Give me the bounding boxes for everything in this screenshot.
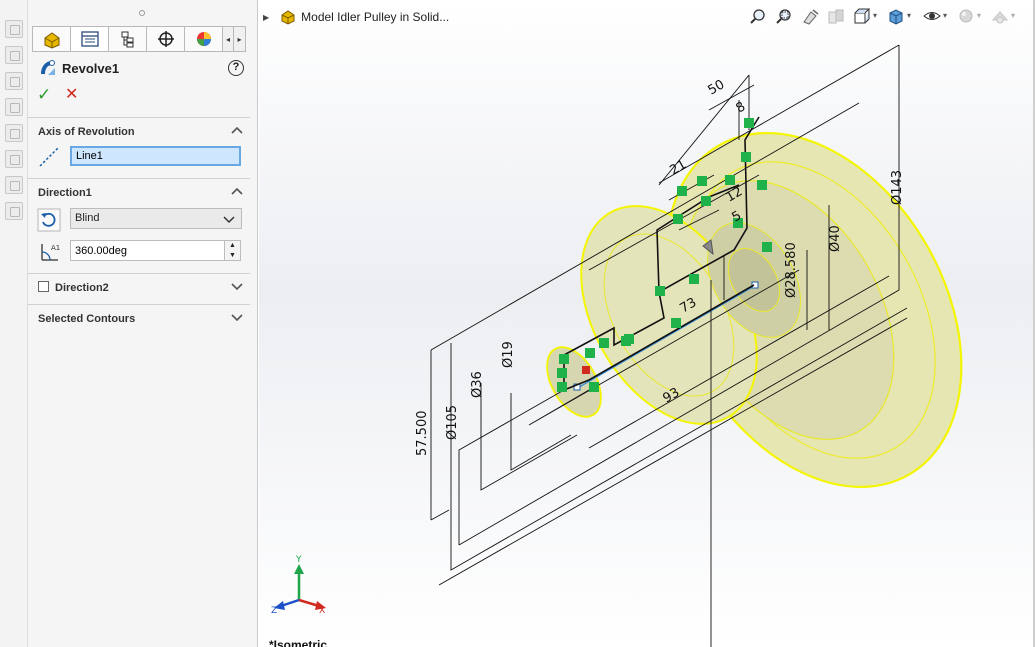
display-style-icon[interactable] xyxy=(887,8,905,25)
linear-pattern-icon[interactable] xyxy=(5,176,23,194)
tab-feature-manager[interactable] xyxy=(32,26,70,52)
dropdown-arrow-icon[interactable]: ▾ xyxy=(907,11,911,20)
chevron-down-icon[interactable] xyxy=(230,280,244,292)
direction1-title[interactable]: Direction1 xyxy=(38,187,92,199)
dim-dia-28-580[interactable]: Ø28.580 xyxy=(784,242,799,298)
chevron-up-icon[interactable] xyxy=(230,124,244,136)
sketch-text-icon[interactable] xyxy=(5,20,23,38)
command-toolbar xyxy=(0,0,28,647)
tab-dimxpert-manager[interactable] xyxy=(146,26,184,52)
expand-arrow-icon[interactable]: ▶ xyxy=(263,13,269,22)
previous-view-icon[interactable] xyxy=(801,8,819,25)
hide-show-items-icon[interactable] xyxy=(923,8,941,25)
feature-header: Revolve1 ? xyxy=(38,58,248,80)
chevron-down-icon xyxy=(223,216,235,224)
dim-dia-105[interactable]: Ø105 xyxy=(445,405,460,440)
manager-tabs: ◂ ▸ xyxy=(32,26,254,52)
dropdown-arrow-icon[interactable]: ▾ xyxy=(977,11,981,20)
graphics-area[interactable]: 50 8 21 12 5 Ø143 Ø40 Ø28.580 73 93 Ø36 … xyxy=(259,0,1035,647)
triad-y-label: Y xyxy=(295,555,302,565)
tab-configuration-manager[interactable] xyxy=(108,26,146,52)
zoom-to-area-icon[interactable] xyxy=(775,8,793,25)
apply-scene-icon[interactable] xyxy=(991,8,1009,25)
end-condition-value: Blind xyxy=(75,212,100,224)
part-icon xyxy=(44,32,59,49)
appearance-icon xyxy=(196,32,211,46)
dropdown-arrow-icon[interactable]: ▾ xyxy=(873,11,877,20)
direction2-checkbox[interactable] xyxy=(38,281,49,292)
axis-of-revolution-title[interactable]: Axis of Revolution xyxy=(38,126,135,138)
panel-grip-icon[interactable] xyxy=(139,10,145,16)
property-manager-icon xyxy=(80,31,99,47)
tab-display-manager[interactable] xyxy=(184,26,222,52)
spin-up-icon[interactable]: ▲ xyxy=(225,241,240,251)
selected-contours-title[interactable]: Selected Contours xyxy=(38,313,135,325)
reverse-direction-icon[interactable] xyxy=(37,208,61,232)
dropdown-arrow-icon[interactable]: ▾ xyxy=(943,11,947,20)
dropdown-arrow-icon[interactable]: ▾ xyxy=(1011,11,1015,20)
trim-entities-icon[interactable] xyxy=(5,72,23,90)
dim-dia-19[interactable]: Ø19 xyxy=(501,341,516,368)
direction2-group: Direction2 xyxy=(28,273,250,303)
angle-spinner[interactable]: ▲ ▼ xyxy=(224,240,241,261)
configuration-manager-icon xyxy=(121,31,133,48)
revolve-angle-field[interactable] xyxy=(70,240,228,261)
dim-dia-143[interactable]: Ø143 xyxy=(890,170,905,205)
part-icon xyxy=(281,10,295,25)
mirror-entities-icon[interactable] xyxy=(5,150,23,168)
selected-contours-group: Selected Contours xyxy=(28,304,250,334)
feature-tree-flyout[interactable]: ▶ Model Idler Pulley in Solid... xyxy=(263,8,449,26)
tab-property-manager[interactable] xyxy=(70,26,108,52)
end-condition-select[interactable]: Blind xyxy=(70,208,242,229)
sketch-entities-icon[interactable] xyxy=(5,46,23,64)
dimxpert-icon xyxy=(157,31,174,47)
model-viewport[interactable]: 50 8 21 12 5 Ø143 Ø40 Ø28.580 73 93 Ø36 … xyxy=(259,0,1033,647)
spin-down-icon[interactable]: ▼ xyxy=(225,251,240,261)
axis-of-revolution-field[interactable] xyxy=(70,146,241,166)
dim-dia-36[interactable]: Ø36 xyxy=(470,371,485,398)
edit-appearance-icon[interactable] xyxy=(957,8,975,25)
feature-title: Revolve1 xyxy=(62,61,120,76)
heads-up-view-toolbar: ▾ ▾ ▾ ▾ ▾ xyxy=(749,6,1033,28)
property-manager: ◂ ▸ Revolve1 ? ✓ ✕ Axis of Revolution Di… xyxy=(28,0,258,647)
part-name[interactable]: Model Idler Pulley in Solid... xyxy=(301,10,449,24)
angle-icon: A1 xyxy=(41,244,60,261)
section-view-icon[interactable] xyxy=(827,8,845,25)
view-orientation-label: *Isometric xyxy=(269,638,328,647)
triad-z-label: Z xyxy=(271,606,277,616)
help-icon[interactable]: ? xyxy=(228,60,244,76)
dim-dia-40[interactable]: Ø40 xyxy=(828,225,843,252)
axis-line-icon xyxy=(39,147,59,167)
chevron-down-icon[interactable] xyxy=(230,311,244,323)
tab-scroll-left[interactable]: ◂ xyxy=(222,26,234,52)
offset-entities-icon[interactable] xyxy=(5,124,23,142)
ok-button[interactable]: ✓ xyxy=(37,86,51,104)
dim-57-500[interactable]: 57.500 xyxy=(415,411,430,457)
convert-entities-icon[interactable] xyxy=(5,98,23,116)
solidworks-window: ◂ ▸ Revolve1 ? ✓ ✕ Axis of Revolution Di… xyxy=(0,0,1035,647)
chevron-up-icon[interactable] xyxy=(230,185,244,197)
view-orientation-icon[interactable] xyxy=(853,8,871,25)
direction2-title[interactable]: Direction2 xyxy=(55,282,109,294)
triad-x-label: X xyxy=(319,606,325,616)
tab-scroll-right[interactable]: ▸ xyxy=(234,26,246,52)
cancel-button[interactable]: ✕ xyxy=(65,86,78,104)
zoom-to-fit-icon[interactable] xyxy=(749,8,767,25)
move-entities-icon[interactable] xyxy=(5,202,23,220)
revolve-icon xyxy=(41,60,55,75)
svg-text:A1: A1 xyxy=(51,244,60,252)
